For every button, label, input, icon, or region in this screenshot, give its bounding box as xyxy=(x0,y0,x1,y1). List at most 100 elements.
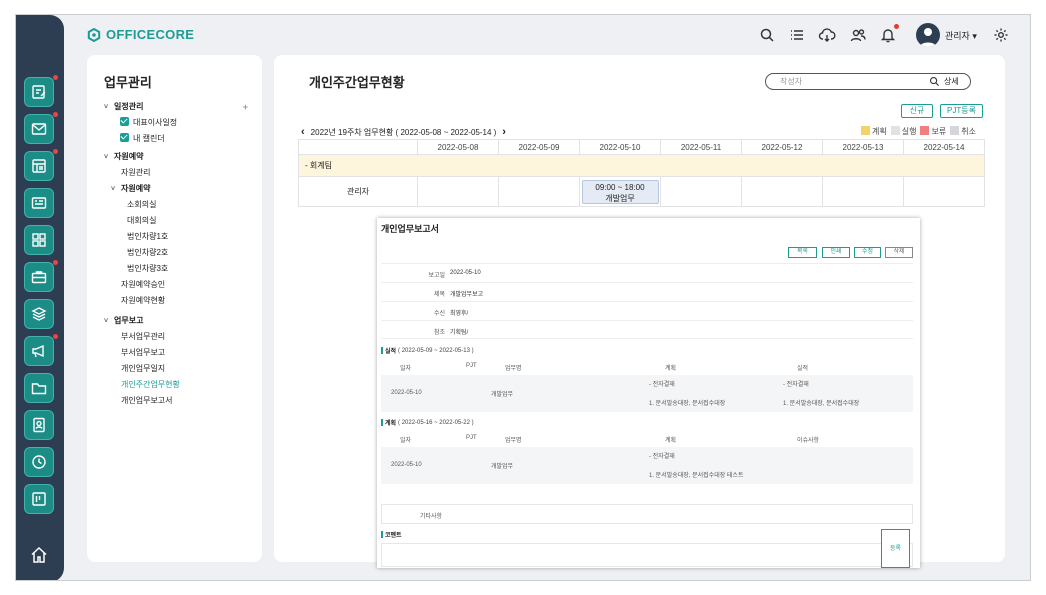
search-input[interactable]: 작성자 xyxy=(780,76,802,87)
sidebar-item-car-1[interactable]: 법인차량1호 xyxy=(104,229,254,245)
pjt-register-button[interactable]: PJT등록 xyxy=(940,104,983,118)
person-row: 관리자 09:00 ~ 18:00 개발업무 xyxy=(298,176,985,207)
folder-icon[interactable] xyxy=(24,373,54,403)
sidebar-item-car-3[interactable]: 법인차량3호 xyxy=(104,261,254,277)
day-cell[interactable] xyxy=(903,176,985,207)
sidebar-item-personal-log[interactable]: 개인업무일지 xyxy=(104,361,254,377)
app-logo[interactable]: OFFICECORE xyxy=(87,27,194,42)
sidebar-group-work-report[interactable]: ˅ 업무보고 xyxy=(104,313,254,329)
col-header: PJT xyxy=(466,435,477,441)
actual-section-header: 실적( 2022-05-09 ~ 2022-05-13 ) xyxy=(381,346,474,355)
edit-button[interactable]: 수정 xyxy=(854,247,881,258)
checkbox-checked-icon[interactable] xyxy=(120,117,129,126)
date-header: 2022-05-09 xyxy=(498,139,580,155)
register-button[interactable]: 등록 xyxy=(881,529,910,568)
col-header: 일자 xyxy=(400,366,412,372)
sidebar-tree: ˅ 일정관리 + 대표이사일정 내 캘린더 ˅ 자원예약 자원관리 ˅ 자원예약 소회의… xyxy=(104,99,254,409)
layers-icon[interactable] xyxy=(24,299,54,329)
apps-grid-icon[interactable] xyxy=(24,225,54,255)
sidebar-item-resource-manage[interactable]: 자원관리 xyxy=(104,165,254,181)
work-event[interactable]: 09:00 ~ 18:00 개발업무 xyxy=(581,179,659,204)
new-button[interactable]: 신규 xyxy=(901,104,933,118)
prev-week-button[interactable]: ‹ xyxy=(301,126,305,138)
sidebar-item-dept-work-manage[interactable]: 부서업무관리 xyxy=(104,329,254,345)
comment-section-header: 코멘트 xyxy=(381,530,402,539)
person-name: 관리자 xyxy=(298,176,418,207)
col-header: 업무명 xyxy=(505,366,522,372)
report-modal: 개인업무보고서 목록 인쇄 수정 삭제 보고일 2022-05-10 제목 개발업무… xyxy=(377,218,920,568)
delete-button[interactable]: 삭제 xyxy=(885,247,913,258)
avatar xyxy=(916,23,940,47)
detail-search-button[interactable]: 상세 xyxy=(944,76,959,87)
sidebar-item-booking-approval[interactable]: 자원예약승인 xyxy=(104,277,254,293)
day-cell[interactable] xyxy=(417,176,499,207)
date-header: 2022-05-12 xyxy=(741,139,823,155)
users-icon[interactable] xyxy=(849,26,867,44)
calendar-board-icon[interactable] xyxy=(24,149,58,181)
search-icon[interactable] xyxy=(758,26,776,44)
app-window: OFFICECORE 관리자 ▾ 업무관리 ˅ 일정관리 + 대표이사일정 내 캘린… xyxy=(15,14,1031,581)
search-icon[interactable] xyxy=(929,76,940,87)
search-box[interactable]: 작성자 상세 xyxy=(765,73,971,90)
date-header: 2022-05-14 xyxy=(903,139,985,155)
sidebar: 업무관리 ˅ 일정관리 + 대표이사일정 내 캘린더 ˅ 자원예약 자원관리 ˅ 자원예… xyxy=(87,55,262,562)
col-header: 일자 xyxy=(400,438,412,444)
sidebar-item-my-calendar[interactable]: 내 캘린더 xyxy=(104,131,254,147)
team-label[interactable]: - 회계팀 xyxy=(298,154,985,177)
add-calendar-icon[interactable]: + xyxy=(243,99,248,115)
logo-text: OFFICECORE xyxy=(106,27,195,42)
kanban-icon[interactable] xyxy=(24,484,54,514)
megaphone-icon[interactable] xyxy=(24,334,58,366)
next-week-button[interactable]: › xyxy=(502,126,506,138)
checkbox-checked-icon[interactable] xyxy=(120,133,129,142)
user-name: 관리자 ▾ xyxy=(945,30,977,41)
date-header-row: 2022-05-08 2022-05-09 2022-05-10 2022-05… xyxy=(298,139,985,155)
info-row-recipient: 수신 최영후/ xyxy=(381,301,913,320)
day-cell[interactable] xyxy=(741,176,823,207)
cloud-download-icon[interactable] xyxy=(818,26,836,44)
home-icon[interactable] xyxy=(29,545,49,565)
sidebar-item-large-room[interactable]: 대회의실 xyxy=(104,213,254,229)
sidebar-group-schedule[interactable]: ˅ 일정관리 + xyxy=(104,99,254,115)
date-header: 2022-05-08 xyxy=(417,139,499,155)
date-header: 2022-05-10 xyxy=(579,139,661,155)
mail-icon[interactable] xyxy=(24,112,58,144)
day-cell[interactable] xyxy=(498,176,580,207)
info-row-cc: 참조 기획팀/ xyxy=(381,320,913,339)
user-menu[interactable]: 관리자 ▾ xyxy=(916,23,977,47)
col-header: 업무명 xyxy=(505,438,522,444)
sidebar-item-personal-report[interactable]: 개인업무보고서 xyxy=(104,393,254,409)
day-cell[interactable] xyxy=(822,176,904,207)
info-row-title: 제목 개발업무보고 xyxy=(381,282,913,301)
comment-input[interactable]: 등록 xyxy=(381,529,913,568)
page-title: 개인주간업무현황 xyxy=(309,75,405,90)
list-icon[interactable] xyxy=(788,26,806,44)
edit-note-icon[interactable] xyxy=(24,75,58,107)
sidebar-group-resource[interactable]: ˅ 자원예약 xyxy=(104,149,254,165)
week-label: 2022년 19주차 업무현황 ( 2022-05-08 ~ 2022-05-1… xyxy=(310,127,497,137)
notification-dot xyxy=(894,24,899,29)
address-book-icon[interactable] xyxy=(24,410,54,440)
team-row[interactable]: - 회계팀 xyxy=(298,154,985,177)
legend-plan: 계획 xyxy=(861,126,887,137)
print-button[interactable]: 인쇄 xyxy=(822,247,850,258)
sidebar-subgroup-resource-booking[interactable]: ˅ 자원예약 xyxy=(104,181,254,197)
clock-icon[interactable] xyxy=(24,447,54,477)
sidebar-item-ceo-schedule[interactable]: 대표이사일정 xyxy=(104,115,254,131)
day-cell[interactable] xyxy=(660,176,742,207)
sidebar-item-car-2[interactable]: 법인차량2호 xyxy=(104,245,254,261)
sidebar-item-booking-status[interactable]: 자원예약현황 xyxy=(104,293,254,309)
date-header: 2022-05-11 xyxy=(660,139,742,155)
date-header: 2022-05-13 xyxy=(822,139,904,155)
sidebar-item-dept-work-report[interactable]: 부서업무보고 xyxy=(104,345,254,361)
list-button[interactable]: 목록 xyxy=(788,247,817,258)
day-cell[interactable]: 09:00 ~ 18:00 개발업무 xyxy=(579,176,661,207)
briefcase-icon[interactable] xyxy=(24,260,58,292)
logo-hex-icon xyxy=(87,27,101,42)
sidebar-item-small-room[interactable]: 소회의실 xyxy=(104,197,254,213)
sidebar-item-personal-weekly[interactable]: 개인주간업무현황 xyxy=(104,377,254,393)
gear-icon[interactable] xyxy=(992,26,1010,44)
bell-icon[interactable] xyxy=(879,24,899,44)
plan-row: 2022-05-10 개발업무 - 전자결재 1. 문서발송대장, 문서접수대장… xyxy=(381,447,913,484)
card-list-icon[interactable] xyxy=(24,188,54,218)
